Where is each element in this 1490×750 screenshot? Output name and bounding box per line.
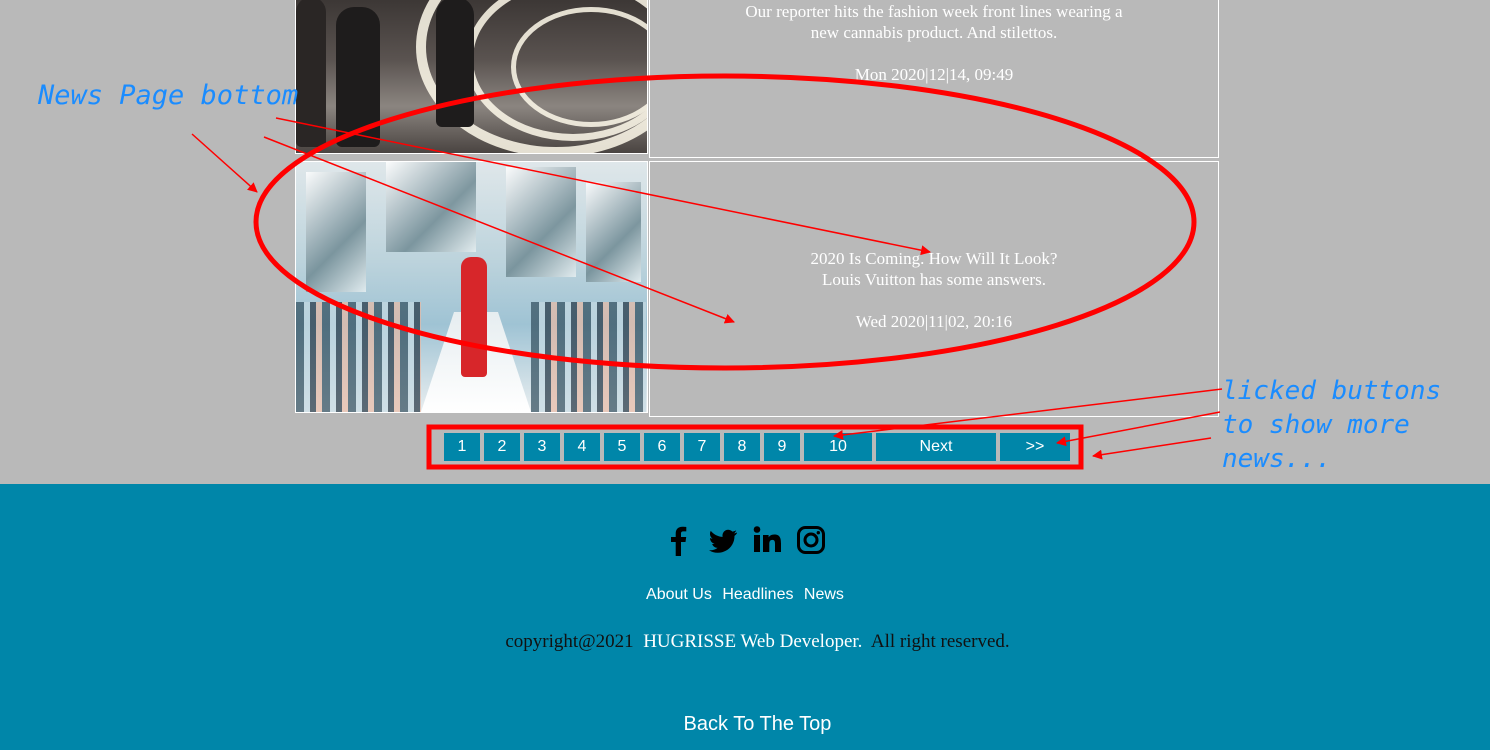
annotation-label-right: licked buttons to show more news...: [1222, 374, 1441, 476]
annotation-line: news...: [1222, 444, 1332, 474]
social-links: [0, 524, 1490, 556]
annotation-arrow: [263, 136, 735, 324]
footer: About Us Headlines News copyright@2021 H…: [0, 484, 1490, 750]
facebook-icon[interactable]: [664, 524, 694, 556]
twitter-icon[interactable]: [708, 524, 738, 556]
footer-link-headlines[interactable]: Headlines: [722, 586, 793, 603]
annotation-arrow: [1092, 437, 1212, 460]
copyright: copyright@2021 HUGRISSE Web Developer. A…: [0, 631, 1490, 653]
annotation-arrow: [191, 133, 258, 193]
back-to-top-link[interactable]: Back To The Top: [0, 713, 1490, 736]
annotation-line: licked buttons: [1222, 376, 1442, 406]
annotation-label-left: News Page bottom: [38, 80, 299, 111]
instagram-icon[interactable]: [796, 524, 826, 556]
linkedin-icon[interactable]: [752, 524, 782, 556]
annotation-line: to show more: [1222, 410, 1410, 440]
copyright-suffix: All right reserved.: [870, 631, 1010, 652]
copyright-prefix: copyright@2021: [505, 631, 634, 652]
annotation-ellipse: [253, 73, 1197, 371]
annotation-pager-box: [426, 424, 1084, 470]
footer-nav: About Us Headlines News: [0, 586, 1490, 604]
footer-link-news[interactable]: News: [804, 586, 844, 603]
footer-link-about[interactable]: About Us: [646, 586, 712, 603]
copyright-brand: HUGRISSE Web Developer.: [643, 631, 863, 652]
annotation-arrow: [275, 117, 931, 256]
